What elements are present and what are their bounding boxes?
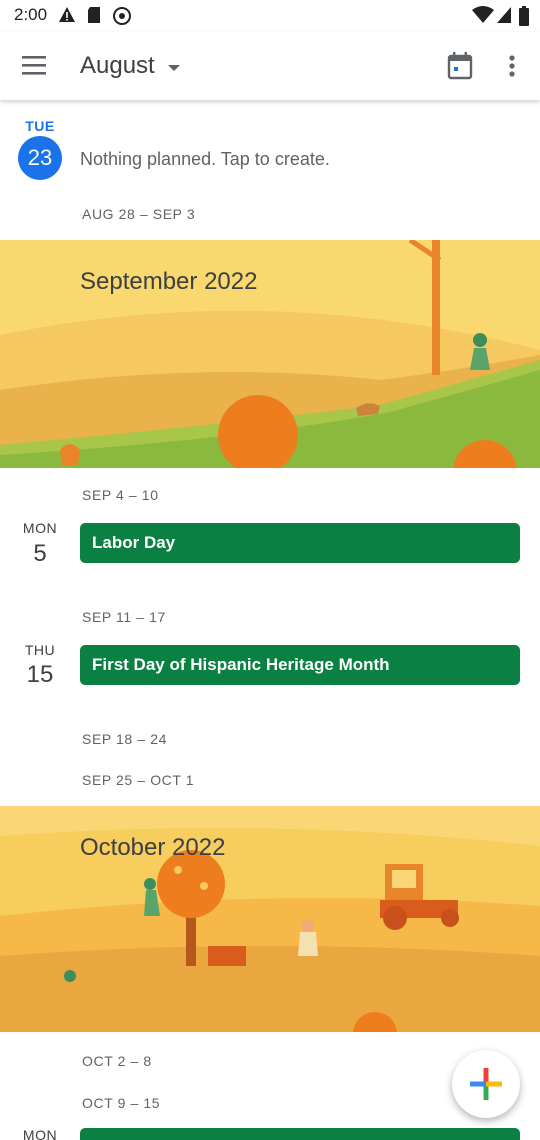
hispanic-heritage-day-of-week: THU bbox=[24, 642, 56, 658]
calendar-app: 2:00 August TUE 23 Nothing planned. Tap … bbox=[0, 0, 540, 1140]
month-title: August bbox=[80, 52, 155, 79]
labor-day-date[interactable]: 5 bbox=[20, 540, 60, 568]
status-bar: 2:00 bbox=[0, 0, 540, 32]
add-icon bbox=[470, 1068, 502, 1100]
calendar-today-icon[interactable] bbox=[444, 50, 476, 82]
status-time: 2:00 bbox=[14, 5, 48, 24]
hispanic-heritage-date[interactable]: 15 bbox=[20, 661, 60, 689]
more-vert-icon[interactable] bbox=[498, 50, 526, 82]
create-event-fab[interactable] bbox=[452, 1050, 520, 1118]
partial-day-of-week: MON bbox=[22, 1127, 58, 1140]
week-range-oct2: OCT 2 – 8 bbox=[82, 1053, 152, 1069]
labor-day-day-of-week: MON bbox=[22, 520, 58, 536]
week-range-sep4: SEP 4 – 10 bbox=[82, 487, 159, 503]
week-range-sep25: SEP 25 – OCT 1 bbox=[82, 772, 195, 788]
october-banner-title: October 2022 bbox=[80, 834, 226, 861]
caret-down-icon bbox=[167, 65, 180, 71]
week-range-aug28: AUG 28 – SEP 3 bbox=[82, 206, 196, 222]
week-range-oct9: OCT 9 – 15 bbox=[82, 1095, 161, 1111]
week-range-sep18: SEP 18 – 24 bbox=[82, 731, 167, 747]
event-hispanic-heritage-month[interactable]: First Day of Hispanic Heritage Month bbox=[80, 645, 520, 685]
event-partial[interactable] bbox=[80, 1128, 520, 1140]
september-banner-title: September 2022 bbox=[80, 268, 258, 295]
wifi-icon bbox=[472, 6, 494, 23]
month-selector-button[interactable]: August bbox=[80, 46, 181, 86]
signal-icon bbox=[497, 7, 511, 23]
top-app-bar: August bbox=[0, 32, 540, 100]
nothing-planned-prompt[interactable]: Nothing planned. Tap to create. bbox=[80, 149, 330, 170]
today-date-badge[interactable]: 23 bbox=[18, 136, 62, 180]
today-day-of-week: TUE bbox=[25, 118, 55, 134]
september-banner: September 2022 bbox=[0, 240, 540, 468]
event-labor-day[interactable]: Labor Day bbox=[80, 523, 520, 563]
hamburger-menu-icon[interactable] bbox=[20, 50, 60, 82]
battery-icon bbox=[519, 6, 529, 26]
sd-card-icon bbox=[88, 7, 100, 23]
week-range-sep11: SEP 11 – 17 bbox=[82, 609, 166, 625]
sync-icon bbox=[113, 7, 131, 25]
alert-icon bbox=[59, 7, 75, 22]
october-banner: October 2022 bbox=[0, 806, 540, 1032]
